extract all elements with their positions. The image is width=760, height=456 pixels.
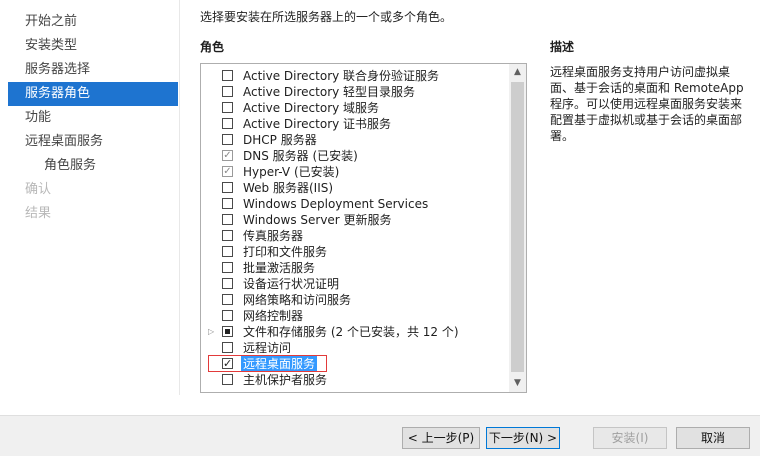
role-row[interactable]: 主机保护者服务 [201,372,509,388]
role-label[interactable]: Active Directory 证书服务 [243,116,391,132]
nav-item[interactable]: 安装类型 [8,34,178,58]
role-checkbox[interactable] [222,86,233,97]
nav-item[interactable]: 远程桌面服务 [8,130,178,154]
role-checkbox[interactable] [222,198,233,209]
nav-item[interactable]: 功能 [8,106,178,130]
role-checkbox [222,166,233,177]
nav-divider [179,0,180,395]
role-row[interactable]: 远程访问 [201,340,509,356]
role-row[interactable]: 网络策略和访问服务 [201,292,509,308]
role-label[interactable]: Hyper-V (已安装) [243,164,339,180]
role-checkbox[interactable] [222,262,233,273]
role-label[interactable]: Active Directory 域服务 [243,100,379,116]
role-row[interactable]: DHCP 服务器 [201,132,509,148]
role-checkbox[interactable] [222,294,233,305]
role-description: 远程桌面服务支持用户访问虚拟桌面、基于会话的桌面和 RemoteApp 程序。可… [550,65,744,143]
next-button[interactable]: 下一步(N) > [486,427,560,449]
nav-item: 确认 [25,182,52,197]
role-row[interactable]: Active Directory 联合身份验证服务 [201,68,509,84]
role-label[interactable]: 网络策略和访问服务 [243,292,351,308]
role-label[interactable]: Web 服务器(IIS) [243,180,333,196]
role-label[interactable]: 文件和存储服务 (2 个已安装，共 12 个) [243,324,459,340]
expand-triangle-icon[interactable]: ▷ [208,324,214,340]
role-label[interactable]: 设备运行状况证明 [243,276,339,292]
role-checkbox[interactable] [222,182,233,193]
nav-item[interactable]: 服务器角色 [8,82,178,106]
install-button: 安装(I) [593,427,667,449]
nav-item[interactable]: 开始之前 [8,10,178,34]
role-label[interactable]: 传真服务器 [243,228,303,244]
role-checkbox[interactable] [222,326,233,337]
role-row[interactable]: Active Directory 轻型目录服务 [201,84,509,100]
role-row[interactable]: Windows Deployment Services [201,196,509,212]
role-row[interactable]: DNS 服务器 (已安装) [201,148,509,164]
role-label[interactable]: Active Directory 联合身份验证服务 [243,68,439,84]
role-checkbox[interactable] [222,342,233,353]
wizard-footer: < 上一步(P) 下一步(N) > 安装(I) 取消 [0,415,760,456]
roles-heading: 角色 [200,40,225,54]
role-checkbox[interactable] [222,118,233,129]
role-label[interactable]: DHCP 服务器 [243,132,317,148]
role-row[interactable]: 远程桌面服务 [201,355,509,372]
roles-scrollbar[interactable]: ▲ ▼ [509,64,526,392]
role-checkbox [222,150,233,161]
chevron-down-icon[interactable]: ▼ [509,375,526,392]
role-row[interactable]: 传真服务器 [201,228,509,244]
description-heading: 描述 [550,40,575,54]
role-checkbox[interactable] [222,214,233,225]
wizard-navigation: 开始之前 安装类型 服务器选择 服务器角色 功能 远程桌面服务 角色服务确认结果 [8,10,178,226]
role-label[interactable]: 远程访问 [243,340,291,356]
role-label[interactable]: DNS 服务器 (已安装) [243,148,358,164]
nav-item[interactable]: 服务器选择 [8,58,178,82]
role-row[interactable]: 设备运行状况证明 [201,276,509,292]
roles-list[interactable]: Active Directory 联合身份验证服务 Active Director… [200,63,527,393]
role-label[interactable]: 批量激活服务 [243,260,315,276]
role-checkbox[interactable] [222,230,233,241]
role-checkbox[interactable] [222,246,233,257]
role-row[interactable]: 批量激活服务 [201,260,509,276]
previous-button[interactable]: < 上一步(P) [402,427,480,449]
role-checkbox[interactable] [222,70,233,81]
nav-item[interactable]: 角色服务 [8,154,178,178]
role-row[interactable]: Active Directory 域服务 [201,100,509,116]
role-checkbox[interactable] [222,278,233,289]
role-row[interactable]: Windows Server 更新服务 [201,212,509,228]
role-label[interactable]: Active Directory 轻型目录服务 [243,84,415,100]
highlight-annotation-box [208,355,327,372]
role-row[interactable]: ▷ 文件和存储服务 (2 个已安装，共 12 个) [201,324,509,340]
chevron-up-icon[interactable]: ▲ [509,64,526,81]
role-row[interactable]: 网络控制器 [201,308,509,324]
scroll-thumb[interactable] [511,82,524,372]
roles-list-items: Active Directory 联合身份验证服务 Active Director… [201,68,509,388]
instruction-text: 选择要安装在所选服务器上的一个或多个角色。 [200,10,453,24]
role-row[interactable]: Active Directory 证书服务 [201,116,509,132]
role-checkbox[interactable] [222,134,233,145]
role-checkbox[interactable] [222,102,233,113]
role-checkbox[interactable] [222,374,233,385]
role-row[interactable]: Hyper-V (已安装) [201,164,509,180]
nav-item: 结果 [25,206,52,221]
role-label[interactable]: 网络控制器 [243,308,303,324]
role-row[interactable]: Web 服务器(IIS) [201,180,509,196]
role-checkbox[interactable] [222,310,233,321]
cancel-button[interactable]: 取消 [676,427,750,449]
role-row[interactable]: 打印和文件服务 [201,244,509,260]
role-label[interactable]: Windows Server 更新服务 [243,212,392,228]
role-label[interactable]: 主机保护者服务 [243,372,327,388]
role-label[interactable]: 打印和文件服务 [243,244,327,260]
role-label[interactable]: Windows Deployment Services [243,196,428,212]
